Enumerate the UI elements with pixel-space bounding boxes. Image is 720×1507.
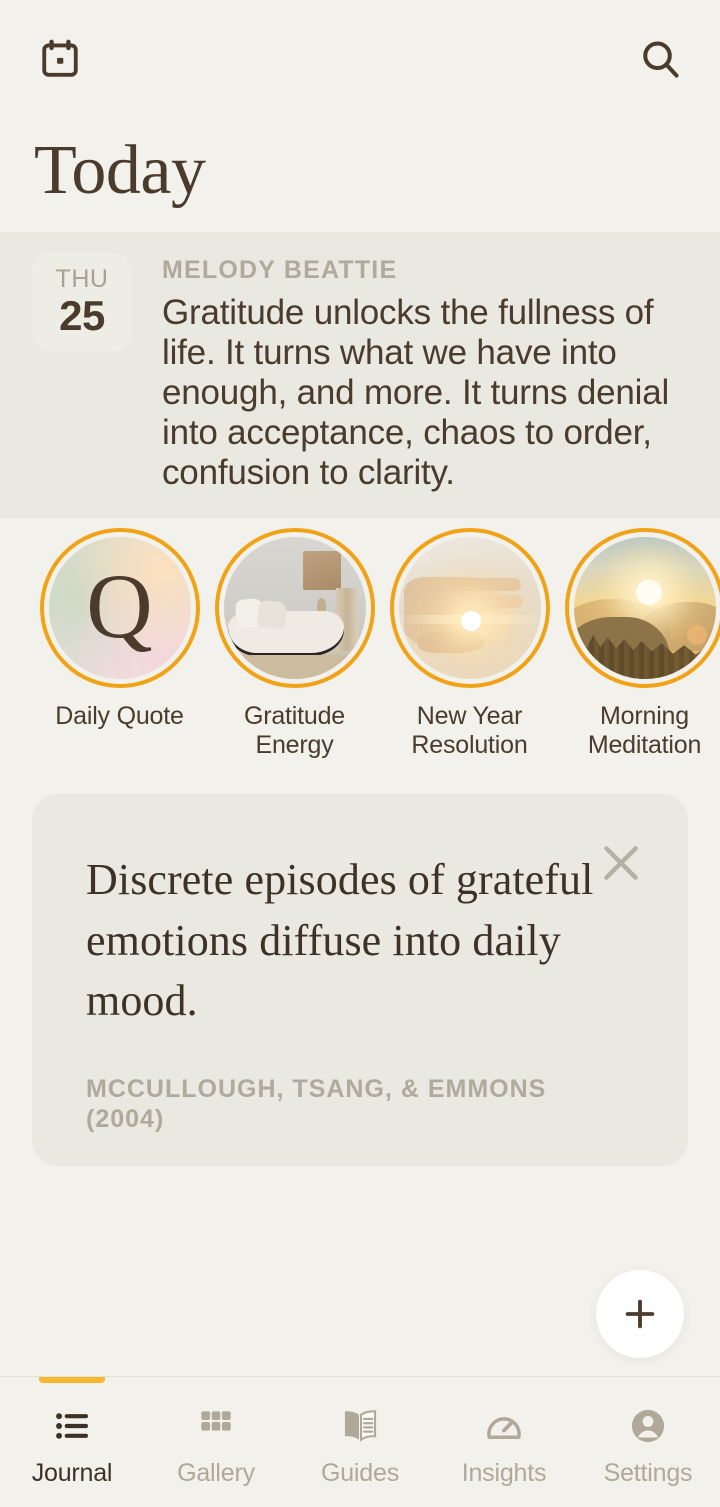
active-tab-indicator bbox=[39, 1377, 105, 1383]
daily-quote-body: MELODY BEATTIE Gratitude unlocks the ful… bbox=[162, 252, 690, 518]
tab-label: Guides bbox=[320, 1459, 399, 1487]
tab-journal[interactable]: Journal bbox=[0, 1377, 144, 1507]
top-bar bbox=[0, 0, 720, 118]
story-thumbnail-room bbox=[223, 537, 366, 679]
story-label: Daily Quote bbox=[55, 702, 184, 730]
story-thumbnail-hand bbox=[398, 537, 541, 679]
story-ring: Q bbox=[39, 528, 200, 688]
plus-icon bbox=[625, 1299, 655, 1329]
story-thumbnail-sunrise bbox=[573, 537, 716, 679]
search-icon[interactable] bbox=[634, 33, 686, 85]
app-screen: Today THU 25 MELODY BEATTIE Gratitude un… bbox=[0, 0, 720, 1507]
story-item-daily-quote[interactable]: Q Daily Quote bbox=[32, 528, 207, 761]
tab-label: Insights bbox=[461, 1459, 547, 1487]
close-icon[interactable] bbox=[594, 836, 648, 890]
story-label: Gratitude Energy bbox=[243, 702, 346, 760]
story-ring bbox=[214, 528, 375, 688]
story-item-morning-meditation[interactable]: Morning Meditation bbox=[557, 528, 720, 761]
fact-card-source: MCCULLOUGH, TSANG, & EMMONS (2004) bbox=[86, 1075, 547, 1134]
person-icon bbox=[627, 1403, 669, 1449]
quote-text: Gratitude unlocks the fullness of life. … bbox=[162, 293, 670, 492]
tab-gallery[interactable]: Gallery bbox=[144, 1377, 288, 1507]
tab-label: Gallery bbox=[177, 1459, 255, 1487]
date-weekday: THU bbox=[55, 265, 109, 294]
tab-label: Settings bbox=[603, 1459, 693, 1487]
story-label: Morning Meditation bbox=[587, 702, 702, 760]
tab-insights[interactable]: Insights bbox=[432, 1377, 576, 1507]
grid-icon bbox=[196, 1403, 236, 1449]
page-title: Today bbox=[34, 132, 206, 209]
story-ring bbox=[564, 528, 720, 688]
story-item-new-year-resolution[interactable]: New Year Resolution bbox=[382, 528, 557, 761]
fact-card-quote: Discrete episodes of grateful emotions d… bbox=[86, 855, 594, 1026]
stories-row: Q Daily Quote Gratitude Energy New Year … bbox=[0, 528, 720, 761]
story-item-gratitude-energy[interactable]: Gratitude Energy bbox=[207, 528, 382, 761]
tab-settings[interactable]: Settings bbox=[576, 1377, 720, 1507]
story-thumbnail-quote: Q bbox=[48, 537, 191, 679]
tab-guides[interactable]: Guides bbox=[288, 1377, 432, 1507]
fact-card: Discrete episodes of grateful emotions d… bbox=[32, 794, 688, 1166]
list-icon bbox=[51, 1403, 93, 1449]
calendar-icon[interactable] bbox=[34, 33, 86, 85]
date-day: 25 bbox=[59, 291, 105, 339]
quote-letter: Q bbox=[86, 555, 153, 657]
bottom-tab-bar: Journal Gallery Guides Insights Settings bbox=[0, 1376, 720, 1507]
book-icon bbox=[339, 1403, 381, 1449]
story-ring bbox=[389, 528, 550, 688]
story-label: New Year Resolution bbox=[411, 702, 528, 760]
add-entry-button[interactable] bbox=[596, 1270, 684, 1358]
date-badge: THU 25 bbox=[32, 252, 132, 352]
quote-author: MELODY BEATTIE bbox=[162, 256, 398, 284]
daily-quote-band[interactable]: THU 25 MELODY BEATTIE Gratitude unlocks … bbox=[0, 232, 720, 518]
gauge-icon bbox=[483, 1403, 525, 1449]
tab-label: Journal bbox=[31, 1459, 113, 1487]
